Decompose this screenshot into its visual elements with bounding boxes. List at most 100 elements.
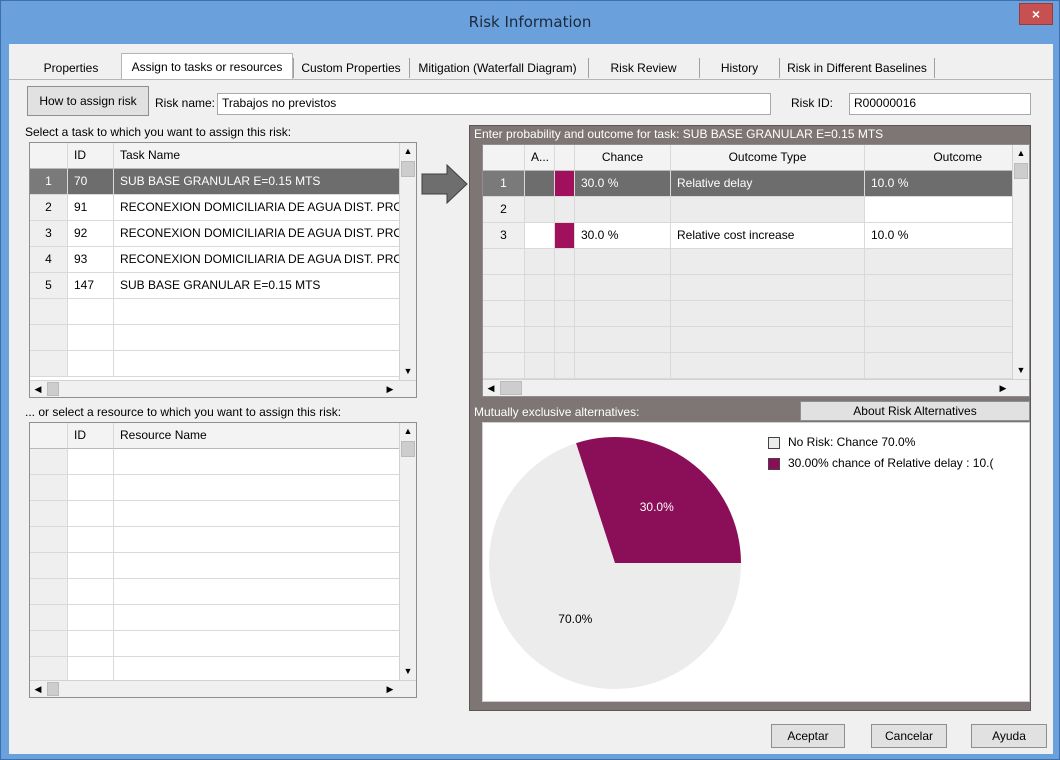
tab-properties[interactable]: Properties (35, 58, 107, 78)
help-button[interactable]: Ayuda (971, 724, 1047, 748)
outcome-type-cell[interactable] (671, 249, 865, 275)
outcome-color-swatch[interactable] (555, 327, 575, 353)
outcome-color-swatch[interactable] (555, 223, 575, 249)
scroll-up-icon[interactable]: ▲ (1013, 145, 1029, 162)
task-id-column-header[interactable]: ID (68, 143, 114, 169)
scroll-down-icon[interactable]: ▼ (400, 663, 416, 680)
outcome-grid-vertical-scrollbar[interactable]: ▲ ▼ (1012, 145, 1029, 379)
outcome-color-swatch[interactable] (555, 353, 575, 379)
outcome-type-cell[interactable]: Relative delay (671, 171, 865, 197)
table-row[interactable]: 2 (483, 197, 1029, 223)
a-column-header[interactable]: A... (525, 145, 555, 171)
scroll-left-icon[interactable]: ◀ (30, 381, 46, 397)
scroll-right-icon[interactable]: ▶ (382, 681, 398, 697)
table-row[interactable]: 1 70 SUB BASE GRANULAR E=0.15 MTS (30, 169, 416, 195)
color-column-header[interactable] (555, 145, 575, 171)
outcome-grid[interactable]: A... Chance Outcome Type Outcome 1 30.0 … (482, 144, 1030, 397)
outcome-color-swatch[interactable] (555, 275, 575, 301)
outcome-type-cell[interactable] (671, 197, 865, 223)
scroll-down-icon[interactable]: ▼ (1013, 362, 1029, 379)
outcome-type-cell[interactable] (671, 301, 865, 327)
outcome-cell[interactable] (865, 249, 1013, 275)
risk-id-field[interactable]: R00000016 (849, 93, 1031, 115)
outcome-cell[interactable]: 10.0 % (865, 223, 1013, 249)
chance-cell[interactable] (575, 275, 671, 301)
table-row[interactable] (30, 475, 416, 501)
scroll-right-icon[interactable]: ▶ (995, 380, 1011, 396)
outcome-cell[interactable] (865, 301, 1013, 327)
outcome-type-column-header[interactable]: Outcome Type (671, 145, 865, 171)
task-grid-horizontal-scrollbar[interactable]: ◀ ▶ (30, 380, 416, 397)
outcome-column-header[interactable]: Outcome (865, 145, 1013, 171)
table-row[interactable] (30, 605, 416, 631)
tab-risk-review[interactable]: Risk Review (588, 58, 698, 78)
tab-history[interactable]: History (699, 58, 779, 78)
outcome-type-cell[interactable] (671, 353, 865, 379)
task-name-column-header[interactable]: Task Name (114, 143, 400, 169)
table-row[interactable] (30, 351, 416, 377)
how-to-assign-risk-button[interactable]: How to assign risk (27, 86, 149, 116)
scroll-down-icon[interactable]: ▼ (400, 363, 416, 380)
outcome-type-cell[interactable] (671, 327, 865, 353)
scroll-up-icon[interactable]: ▲ (400, 143, 416, 160)
scroll-thumb[interactable] (500, 381, 522, 395)
cancel-button[interactable]: Cancelar (871, 724, 947, 748)
scroll-thumb[interactable] (47, 682, 59, 696)
tab-risk-in-different-baselines[interactable]: Risk in Different Baselines (779, 58, 935, 78)
outcome-cell[interactable]: 10.0 % (865, 171, 1013, 197)
outcome-grid-horizontal-scrollbar[interactable]: ◀ ▶ (483, 379, 1029, 396)
tab-assign-to-tasks-or-resources[interactable]: Assign to tasks or resources (121, 53, 293, 80)
chance-cell[interactable] (575, 301, 671, 327)
outcome-cell[interactable] (865, 275, 1013, 301)
chance-cell[interactable]: 30.0 % (575, 223, 671, 249)
chance-column-header[interactable]: Chance (575, 145, 671, 171)
scroll-thumb[interactable] (1014, 163, 1028, 179)
scroll-thumb[interactable] (401, 161, 415, 177)
table-row[interactable]: 5 147 SUB BASE GRANULAR E=0.15 MTS (30, 273, 416, 299)
chance-cell[interactable] (575, 249, 671, 275)
table-row[interactable]: 3 30.0 % Relative cost increase 10.0 % (483, 223, 1029, 249)
outcome-cell[interactable] (865, 197, 1013, 223)
table-row[interactable] (483, 301, 1029, 327)
task-grid-vertical-scrollbar[interactable]: ▲ ▼ (399, 143, 416, 380)
table-row[interactable] (30, 553, 416, 579)
outcome-cell[interactable] (865, 327, 1013, 353)
table-row[interactable] (30, 299, 416, 325)
table-row[interactable] (30, 579, 416, 605)
chance-cell[interactable] (575, 353, 671, 379)
title-bar[interactable]: Risk Information × (1, 1, 1059, 43)
scroll-left-icon[interactable]: ◀ (30, 681, 46, 697)
resource-id-column-header[interactable]: ID (68, 423, 114, 449)
outcome-type-cell[interactable] (671, 275, 865, 301)
outcome-color-swatch[interactable] (555, 249, 575, 275)
tab-mitigation-waterfall[interactable]: Mitigation (Waterfall Diagram) (409, 58, 585, 78)
about-risk-alternatives-button[interactable]: About Risk Alternatives (800, 401, 1030, 421)
tab-custom-properties[interactable]: Custom Properties (293, 58, 408, 78)
table-row[interactable]: 4 93 RECONEXION DOMICILIARIA DE AGUA DIS… (30, 247, 416, 273)
scroll-right-icon[interactable]: ▶ (382, 381, 398, 397)
resource-grid-horizontal-scrollbar[interactable]: ◀ ▶ (30, 680, 416, 697)
chance-cell[interactable] (575, 197, 671, 223)
outcome-color-swatch[interactable] (555, 171, 575, 197)
scroll-left-icon[interactable]: ◀ (483, 380, 499, 396)
accept-button[interactable]: Aceptar (771, 724, 845, 748)
outcome-color-swatch[interactable] (555, 197, 575, 223)
table-row[interactable]: 1 30.0 % Relative delay 10.0 % (483, 171, 1029, 197)
resource-grid-vertical-scrollbar[interactable]: ▲ ▼ (399, 423, 416, 680)
table-row[interactable] (483, 275, 1029, 301)
table-row[interactable] (30, 325, 416, 351)
resource-grid[interactable]: ID Resource Name ▲ ▼ ◀ ▶ (29, 422, 417, 698)
table-row[interactable] (30, 631, 416, 657)
chance-cell[interactable]: 30.0 % (575, 171, 671, 197)
resource-name-column-header[interactable]: Resource Name (114, 423, 400, 449)
table-row[interactable] (30, 527, 416, 553)
close-icon[interactable]: × (1019, 3, 1053, 25)
scroll-thumb[interactable] (47, 382, 59, 396)
table-row[interactable] (483, 249, 1029, 275)
table-row[interactable] (483, 353, 1029, 379)
table-row[interactable] (30, 449, 416, 475)
outcome-color-swatch[interactable] (555, 301, 575, 327)
table-row[interactable] (30, 501, 416, 527)
outcome-type-cell[interactable]: Relative cost increase (671, 223, 865, 249)
table-row[interactable]: 3 92 RECONEXION DOMICILIARIA DE AGUA DIS… (30, 221, 416, 247)
